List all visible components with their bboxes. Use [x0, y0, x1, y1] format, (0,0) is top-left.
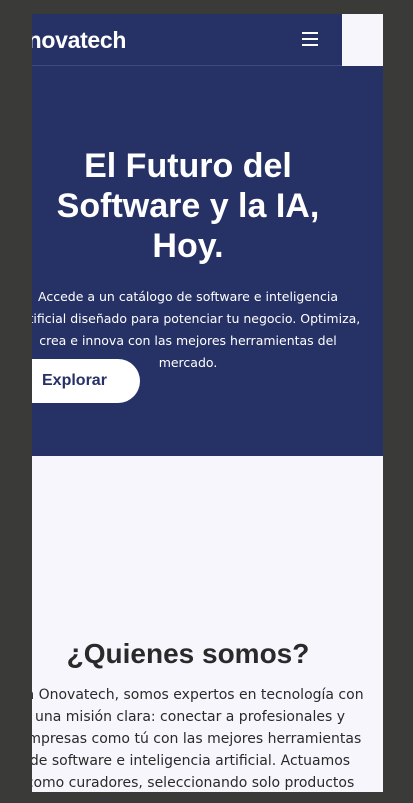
navbar: Onovatech [32, 14, 342, 66]
hamburger-menu-icon[interactable] [300, 30, 320, 48]
explore-button[interactable]: Explorar [32, 359, 140, 403]
hero-title: El Futuro del Software y la IA, Hoy. [56, 147, 320, 265]
about-text: En Onovatech, somos expertos en tecnolog… [32, 687, 364, 791]
about-title: ¿Quienes somos? [66, 638, 310, 669]
brand-logo-text[interactable]: Onovatech [32, 27, 126, 54]
hero-section: El Futuro del Software y la IA, Hoy. Acc… [32, 66, 383, 456]
navbar-overflow-strip [342, 14, 383, 65]
mobile-viewport: Onovatech El Futuro del Software y la IA… [32, 14, 383, 792]
